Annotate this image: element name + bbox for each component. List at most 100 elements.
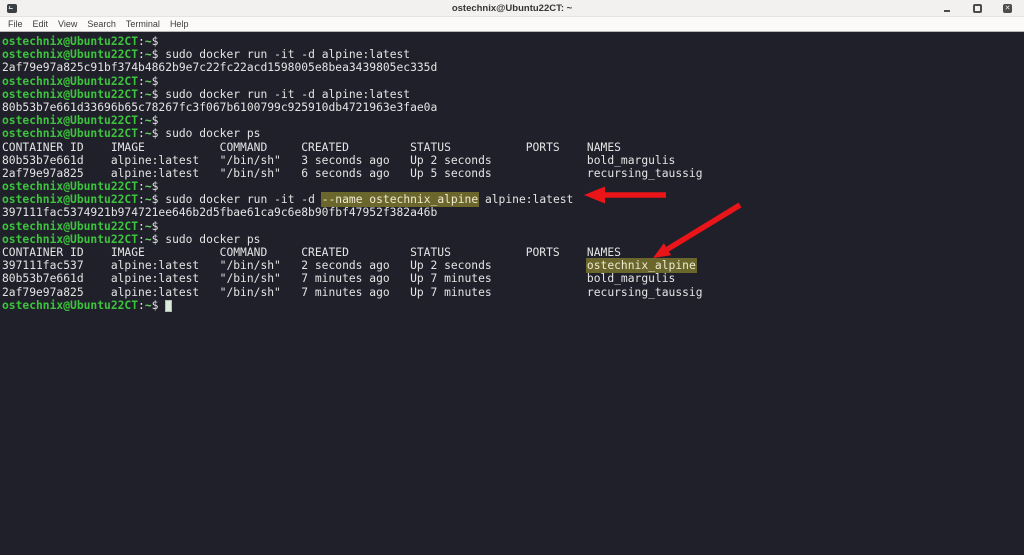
terminal-line: CONTAINER ID IMAGE COMMAND CREATED STATU… [2,246,1024,259]
terminal-text: $ [152,127,166,140]
terminal-text: ~ [145,180,152,193]
terminal-text: sudo docker run -it -d alpine:latest [165,48,410,61]
terminal-text: ~ [145,233,152,246]
menu-item-search[interactable]: Search [87,19,116,29]
terminal-text: : [138,299,145,312]
terminal-text: : [138,127,145,140]
terminal-line: CONTAINER ID IMAGE COMMAND CREATED STATU… [2,141,1024,154]
terminal-line: 80b53b7e661d33696b65c78267fc3f067b610079… [2,101,1024,114]
terminal-text: sudo docker ps [165,233,260,246]
terminal-line: 397111fac5374921b974721ee646b2d5fbae61ca… [2,206,1024,219]
terminal-line: ostechnix@Ubuntu22CT:~$ [2,114,1024,127]
terminal-text: $ [152,180,159,193]
prompt-text: ostechnix@Ubuntu22CT [2,220,138,233]
menu-item-help[interactable]: Help [170,19,189,29]
terminal-line: ostechnix@Ubuntu22CT:~$ sudo docker run … [2,48,1024,61]
terminal-text: : [138,88,145,101]
terminal-line: ostechnix@Ubuntu22CT:~$ sudo docker ps [2,127,1024,140]
prompt-text: ostechnix@Ubuntu22CT [2,114,138,127]
terminal-cursor [165,300,172,312]
terminal-text: $ [152,48,166,61]
terminal-text: 2af79e97a825 alpine:latest "/bin/sh" 7 m… [2,286,703,299]
terminal-text: sudo docker run -it -d alpine:latest [165,88,410,101]
prompt-text: ostechnix@Ubuntu22CT [2,88,138,101]
terminal-text: $ [152,75,159,88]
terminal-line: 80b53b7e661d alpine:latest "/bin/sh" 3 s… [2,154,1024,167]
terminal-text: : [138,114,145,127]
menu-item-view[interactable]: View [58,19,77,29]
terminal-line: ostechnix@Ubuntu22CT:~$ [2,35,1024,48]
terminal-text: $ [152,299,166,312]
close-icon[interactable] [1003,4,1012,13]
terminal-text: $ [152,193,166,206]
terminal-text: ~ [145,127,152,140]
window-title: ostechnix@Ubuntu22CT: ~ [0,0,1024,17]
maximize-icon[interactable] [973,4,982,13]
menu-item-file[interactable]: File [8,19,23,29]
terminal-window: { "window": { "title": "ostechnix@Ubuntu… [0,0,1024,555]
highlighted-text: --name ostechnix_alpine [322,193,478,206]
terminal-text: $ [152,88,166,101]
prompt-text: ostechnix@Ubuntu22CT [2,127,138,140]
terminal-text: : [138,193,145,206]
terminal-body: ostechnix@Ubuntu22CT:~$ostechnix@Ubuntu2… [0,33,1024,312]
terminal-text: $ [152,114,159,127]
terminal-text: 397111fac537 alpine:latest "/bin/sh" 2 s… [2,259,587,272]
terminal-line: ostechnix@Ubuntu22CT:~$ [2,75,1024,88]
terminal-text: : [138,180,145,193]
minimize-icon[interactable] [943,4,952,13]
prompt-text: ostechnix@Ubuntu22CT [2,299,138,312]
terminal-text: ~ [145,299,152,312]
terminal-text: 80b53b7e661d alpine:latest "/bin/sh" 3 s… [2,154,675,167]
terminal-line: ostechnix@Ubuntu22CT:~$ sudo docker ps [2,233,1024,246]
terminal-text: ~ [145,193,152,206]
terminal-text: sudo docker ps [165,127,260,140]
terminal-icon [7,4,17,13]
terminal-text: 2af79e97a825 alpine:latest "/bin/sh" 6 s… [2,167,703,180]
terminal-line: ostechnix@Ubuntu22CT:~$ [2,180,1024,193]
prompt-text: ostechnix@Ubuntu22CT [2,193,138,206]
terminal-text: 397111fac5374921b974721ee646b2d5fbae61ca… [2,206,437,219]
titlebar: ostechnix@Ubuntu22CT: ~ [0,0,1024,17]
terminal-text: ~ [145,35,152,48]
terminal-text: $ [152,233,166,246]
terminal-text: : [138,220,145,233]
terminal-line: 2af79e97a825c91bf374b4862b9e7c22fc22acd1… [2,61,1024,74]
terminal-text: CONTAINER ID IMAGE COMMAND CREATED STATU… [2,246,621,259]
terminal-text: $ [152,220,159,233]
prompt-text: ostechnix@Ubuntu22CT [2,180,138,193]
terminal-text: : [138,233,145,246]
highlighted-text: ostechnix_alpine [587,259,696,272]
terminal-area[interactable]: ostechnix@Ubuntu22CT:~$ostechnix@Ubuntu2… [0,33,1024,555]
terminal-line: 80b53b7e661d alpine:latest "/bin/sh" 7 m… [2,272,1024,285]
terminal-text: sudo docker run -it -d [165,193,321,206]
prompt-text: ostechnix@Ubuntu22CT [2,75,138,88]
terminal-text: 2af79e97a825c91bf374b4862b9e7c22fc22acd1… [2,61,437,74]
terminal-text: CONTAINER ID IMAGE COMMAND CREATED STATU… [2,141,621,154]
prompt-text: ostechnix@Ubuntu22CT [2,233,138,246]
menu-item-edit[interactable]: Edit [33,19,49,29]
terminal-text: 80b53b7e661d33696b65c78267fc3f067b610079… [2,101,437,114]
menu-item-terminal[interactable]: Terminal [126,19,160,29]
terminal-line: ostechnix@Ubuntu22CT:~$ sudo docker run … [2,193,1024,206]
terminal-text: ~ [145,220,152,233]
terminal-line: ostechnix@Ubuntu22CT:~$ sudo docker run … [2,88,1024,101]
terminal-line: 2af79e97a825 alpine:latest "/bin/sh" 6 s… [2,167,1024,180]
terminal-line: 2af79e97a825 alpine:latest "/bin/sh" 7 m… [2,286,1024,299]
terminal-line: ostechnix@Ubuntu22CT:~$ [2,220,1024,233]
prompt-text: ostechnix@Ubuntu22CT [2,35,138,48]
prompt-text: ostechnix@Ubuntu22CT [2,48,138,61]
terminal-text: $ [152,35,159,48]
terminal-text: alpine:latest [478,193,573,206]
terminal-line: ostechnix@Ubuntu22CT:~$ [2,299,1024,312]
terminal-text: ~ [145,75,152,88]
menubar: File Edit View Search Terminal Help [0,17,1024,32]
terminal-text: ~ [145,114,152,127]
window-controls [943,4,1024,13]
terminal-text: 80b53b7e661d alpine:latest "/bin/sh" 7 m… [2,272,675,285]
terminal-text: : [138,35,145,48]
terminal-text: : [138,48,145,61]
terminal-text: ~ [145,48,152,61]
terminal-text: : [138,75,145,88]
terminal-line: 397111fac537 alpine:latest "/bin/sh" 2 s… [2,259,1024,272]
